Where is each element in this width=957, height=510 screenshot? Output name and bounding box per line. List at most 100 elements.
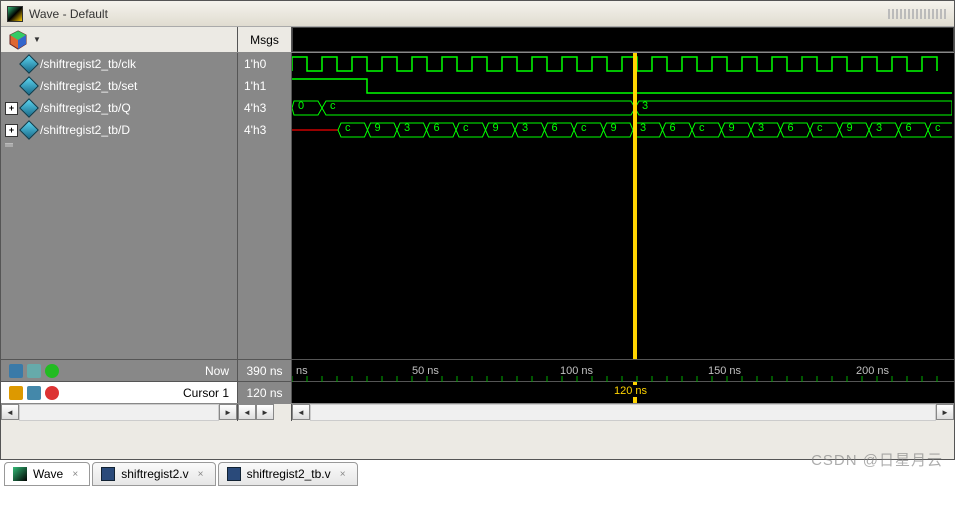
bus-d-val: 9 — [729, 122, 735, 134]
bus-d-val: 6 — [670, 122, 676, 134]
title-bar[interactable]: Wave - Default — [1, 1, 954, 27]
expand-plus-icon[interactable]: + — [5, 124, 18, 137]
msg-value: 4'h3 — [238, 119, 291, 141]
scroll-right-icon[interactable]: ► — [256, 404, 274, 420]
bus-d-val: 6 — [906, 122, 912, 134]
signals-hscroll[interactable]: ◄ ► — [1, 404, 238, 421]
cursor-left: Cursor 1 — [1, 382, 238, 403]
signal-diamond-icon — [19, 54, 39, 74]
cursor-ruler-area[interactable]: 120 ns — [292, 382, 954, 403]
tab-shiftregist2[interactable]: shiftregist2.v × — [92, 462, 215, 486]
svg-text:150 ns: 150 ns — [708, 365, 742, 377]
bus-d-val: 3 — [876, 122, 882, 134]
wave-lane-clk — [292, 53, 954, 75]
tab-label: shiftregist2_tb.v — [247, 467, 331, 481]
bus-d-val: c — [935, 122, 941, 134]
bus-q-val1: c — [330, 100, 336, 112]
wave-window: Wave - Default ▼ Msgs /shiftregist2_tb/c… — [0, 0, 955, 460]
svg-text:ns: ns — [296, 365, 308, 377]
wrench-icon[interactable] — [27, 386, 41, 400]
watermark-text: CSDN @日星月云 — [811, 449, 943, 470]
bus-d-val: 6 — [552, 122, 558, 134]
bus-d-val: 9 — [493, 122, 499, 134]
signal-name: /shiftregist2_tb/set — [40, 79, 137, 93]
signals-panel[interactable]: /shiftregist2_tb/clk /shiftregist2_tb/se… — [1, 53, 238, 359]
msgs-panel: 1'h0 1'h1 4'h3 4'h3 — [238, 53, 292, 359]
insertion-marker-icon — [5, 143, 13, 147]
msg-value: 1'h0 — [238, 53, 291, 75]
signal-row[interactable]: + /shiftregist2_tb/Q — [1, 97, 237, 119]
msgs-hscroll[interactable]: ◄ ► — [238, 404, 292, 421]
signal-row[interactable]: + /shiftregist2_tb/D — [1, 119, 237, 141]
scroll-left-icon[interactable]: ◄ — [238, 404, 256, 420]
wave-icon — [13, 467, 27, 481]
wave-lane-set — [292, 75, 954, 97]
dropdown-arrow-icon[interactable]: ▼ — [33, 35, 41, 44]
remove-icon[interactable] — [45, 386, 59, 400]
clk-waveform — [292, 53, 952, 75]
waveform-panel[interactable]: 0 c 3 c936c936c936c936c936c — [292, 53, 954, 359]
msg-value: 1'h1 — [238, 75, 291, 97]
scroll-right-icon[interactable]: ► — [936, 404, 954, 420]
msgs-label: Msgs — [250, 33, 279, 47]
grip-handle-icon[interactable] — [888, 9, 948, 19]
tab-shiftregist2-tb[interactable]: shiftregist2_tb.v × — [218, 462, 358, 486]
cursor-value: 120 ns — [238, 382, 292, 403]
signal-diamond-icon — [19, 76, 39, 96]
time-ruler[interactable]: ns 50 ns 100 ns 150 ns 200 ns — [292, 360, 954, 381]
set-waveform — [292, 75, 952, 97]
q-waveform — [292, 97, 952, 119]
signal-name: /shiftregist2_tb/D — [40, 123, 130, 137]
bus-d-val: 9 — [375, 122, 381, 134]
bus-d-val: c — [817, 122, 823, 134]
disk-icon[interactable] — [9, 364, 23, 378]
signal-row[interactable]: /shiftregist2_tb/clk — [1, 53, 237, 75]
svg-text:50 ns: 50 ns — [412, 365, 439, 377]
bus-d-val: 6 — [434, 122, 440, 134]
now-row: Now 390 ns ns 50 ns 100 ns 150 ns 200 ns — [1, 359, 954, 381]
tab-label: Wave — [33, 467, 63, 481]
scroll-right-icon[interactable]: ► — [219, 404, 237, 420]
signal-diamond-icon — [19, 98, 39, 118]
d-waveform — [292, 119, 952, 141]
cursor-label[interactable]: Cursor 1 — [183, 386, 229, 400]
close-icon[interactable]: × — [337, 468, 349, 480]
cursor-line[interactable] — [633, 53, 637, 359]
scroll-left-icon[interactable]: ◄ — [1, 404, 19, 420]
toolbar: ▼ Msgs — [1, 27, 954, 53]
close-icon[interactable]: × — [69, 468, 81, 480]
bus-d-val: 6 — [788, 122, 794, 134]
signal-name: /shiftregist2_tb/clk — [40, 57, 136, 71]
now-left: Now — [1, 360, 238, 381]
bus-d-val: c — [699, 122, 705, 134]
scroll-left-icon[interactable]: ◄ — [292, 404, 310, 420]
verilog-icon — [227, 467, 241, 481]
expand-plus-icon[interactable]: + — [5, 102, 18, 115]
msgs-header: Msgs — [238, 27, 292, 52]
bus-q-val0: 0 — [298, 100, 304, 112]
bus-d-val: 3 — [404, 122, 410, 134]
add-icon[interactable] — [45, 364, 59, 378]
close-icon[interactable]: × — [195, 468, 207, 480]
svg-text:200 ns: 200 ns — [856, 365, 890, 377]
svg-text:100 ns: 100 ns — [560, 365, 594, 377]
now-value: 390 ns — [238, 360, 292, 381]
bus-q-val2: 3 — [642, 100, 648, 112]
signal-row[interactable]: /shiftregist2_tb/set — [1, 75, 237, 97]
scroll-track[interactable] — [19, 404, 219, 421]
main-area: /shiftregist2_tb/clk /shiftregist2_tb/se… — [1, 53, 954, 359]
objects-cube-icon[interactable] — [7, 29, 29, 51]
tree-icon[interactable] — [27, 364, 41, 378]
bus-d-val: 3 — [758, 122, 764, 134]
toolbar-waveform-strip — [292, 27, 954, 52]
wave-hscroll[interactable]: ◄ ► — [292, 404, 954, 421]
ruler-svg: ns 50 ns 100 ns 150 ns 200 ns — [292, 360, 954, 382]
scroll-track[interactable] — [310, 404, 936, 421]
bus-d-val: c — [581, 122, 587, 134]
status-rows: Now 390 ns ns 50 ns 100 ns 150 ns 200 ns Cur… — [1, 359, 954, 403]
lock-icon[interactable] — [9, 386, 23, 400]
scrollbar-row: ◄ ► ◄ ► ◄ ► — [1, 403, 954, 421]
tab-wave[interactable]: Wave × — [4, 462, 90, 486]
wave-app-icon — [7, 6, 23, 22]
msg-value: 4'h3 — [238, 97, 291, 119]
